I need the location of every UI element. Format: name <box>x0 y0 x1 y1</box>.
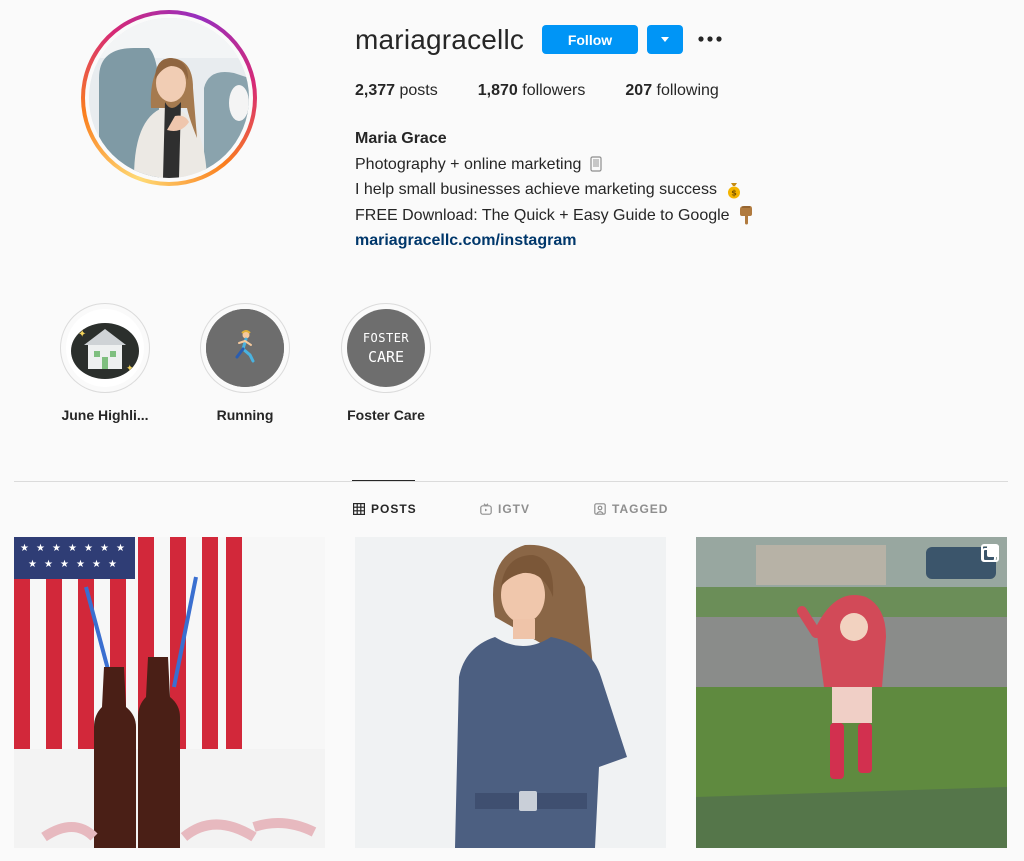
post-thumbnail[interactable] <box>696 537 1007 848</box>
bio-line-1: Photography + online marketing <box>355 152 754 178</box>
bio-line-3-text: FREE Download: The Quick + Easy Guide to… <box>355 206 730 224</box>
house-icon: ✦ ✦ <box>66 309 144 387</box>
profile-avatar-ring[interactable] <box>81 10 257 186</box>
post-image: ★ ★ ★ ★ ★ ★ ★ ★ ★ ★ ★ ★ ★ <box>14 537 325 848</box>
svg-text:★: ★ <box>68 543 77 554</box>
svg-text:$: $ <box>732 188 738 197</box>
svg-text:★: ★ <box>36 543 45 554</box>
svg-text:★: ★ <box>28 559 37 570</box>
svg-text:★: ★ <box>84 543 93 554</box>
highlight-cover: FOSTER CARE <box>347 309 425 387</box>
grid-icon <box>353 503 365 515</box>
bio-line-2-text: I help small businesses achieve marketin… <box>355 181 717 198</box>
svg-text:★: ★ <box>20 543 29 554</box>
avatar-photo <box>89 18 249 178</box>
highlight-label: Foster Care <box>347 407 425 423</box>
svg-text:✦: ✦ <box>126 364 134 374</box>
tab-posts[interactable]: POSTS <box>353 502 417 516</box>
caret-down-icon <box>661 36 669 42</box>
pointing-down-icon <box>740 206 753 225</box>
profile-username: mariagracellc <box>355 24 525 55</box>
follow-button[interactable]: Follow <box>542 25 638 54</box>
svg-text:★: ★ <box>116 543 125 554</box>
tab-igtv[interactable]: IGTV <box>480 502 530 516</box>
svg-text:★: ★ <box>108 559 117 570</box>
bio-line-2: I help small businesses achieve marketin… <box>355 177 754 203</box>
tab-tagged-label: TAGGED <box>612 502 669 516</box>
post-thumbnail[interactable] <box>355 537 666 848</box>
posts-count: 2,377 <box>355 82 396 99</box>
igtv-icon <box>480 503 492 515</box>
tagged-icon <box>594 503 606 515</box>
highlight-foster-care[interactable]: FOSTER CARE Foster Care <box>341 303 431 423</box>
highlight-label: June Highli... <box>61 407 149 423</box>
post-image <box>355 537 666 848</box>
more-options-icon <box>698 36 722 42</box>
highlight-running[interactable]: Running <box>200 303 290 423</box>
carousel-icon <box>982 545 999 562</box>
more-options-button[interactable] <box>696 27 724 51</box>
posts-stat: 2,377 posts <box>355 82 438 100</box>
following-label: following <box>656 82 719 99</box>
followers-label: followers <box>522 82 586 99</box>
highlight-label: Running <box>216 407 274 423</box>
svg-text:★: ★ <box>100 543 109 554</box>
highlight-cover-text-2: CARE <box>367 347 405 366</box>
svg-text:★: ★ <box>76 559 85 570</box>
highlight-ring: FOSTER CARE <box>341 303 431 393</box>
tab-posts-label: POSTS <box>371 502 417 516</box>
following-stat[interactable]: 207 following <box>625 82 718 100</box>
bio-line-3: FREE Download: The Quick + Easy Guide to… <box>355 203 754 229</box>
followers-count: 1,870 <box>477 82 518 99</box>
svg-text:✦: ✦ <box>78 329 86 340</box>
svg-text:★: ★ <box>44 559 53 570</box>
highlight-june[interactable]: ✦ ✦ June Highli... <box>60 303 150 423</box>
profile-full-name: Maria Grace <box>355 130 447 147</box>
bio-line-1-text: Photography + online marketing <box>355 155 582 173</box>
runner-icon <box>206 309 284 387</box>
tab-igtv-label: IGTV <box>498 502 531 516</box>
highlight-cover-text-1: FOSTER <box>362 330 410 345</box>
highlight-ring: ✦ ✦ <box>60 303 150 393</box>
following-count: 207 <box>625 82 653 99</box>
svg-text:★: ★ <box>60 559 69 570</box>
active-tab-indicator <box>352 480 415 481</box>
phone-icon <box>590 156 602 172</box>
posts-label: posts <box>399 82 438 99</box>
svg-text:★: ★ <box>92 559 101 570</box>
money-bag-icon: $ <box>728 182 741 199</box>
profile-stats: 2,377 posts 1,870 followers 207 followin… <box>355 82 759 100</box>
followers-stat[interactable]: 1,870 followers <box>478 82 586 100</box>
highlight-cover: ✦ ✦ <box>66 309 144 387</box>
bio-website-link[interactable]: mariagracellc.com/instagram <box>355 228 754 254</box>
post-image <box>696 537 1007 848</box>
post-thumbnail[interactable]: ★ ★ ★ ★ ★ ★ ★ ★ ★ ★ ★ ★ ★ <box>14 537 325 848</box>
profile-avatar[interactable] <box>89 18 249 178</box>
suggested-accounts-button[interactable] <box>647 25 683 54</box>
highlight-cover <box>206 309 284 387</box>
profile-bio: Maria Grace Photography + online marketi… <box>355 126 754 254</box>
highlight-ring <box>200 303 290 393</box>
svg-text:★: ★ <box>52 543 61 554</box>
tab-tagged[interactable]: TAGGED <box>594 502 668 516</box>
tabs-divider <box>14 481 1008 482</box>
